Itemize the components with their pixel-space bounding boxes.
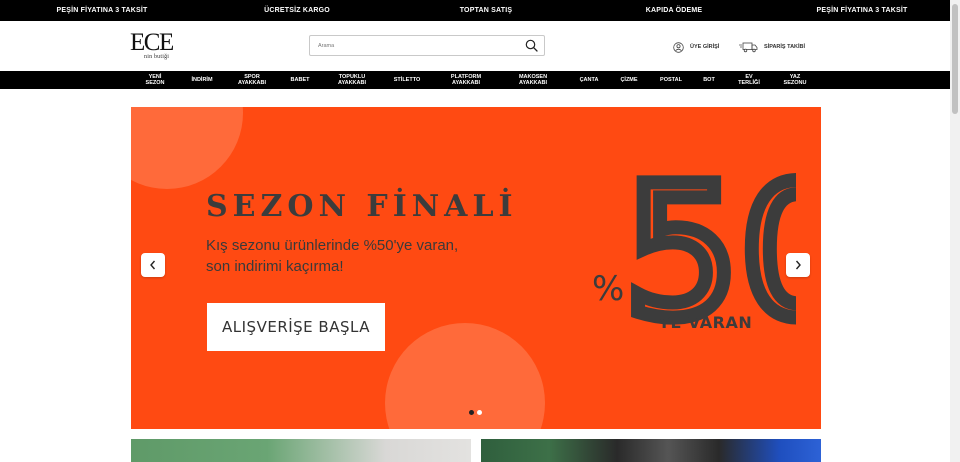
nav-item-bot[interactable]: BOT xyxy=(703,71,715,89)
nav-item-spor-ayakkabi[interactable]: SPOR AYAKKABI xyxy=(238,71,266,89)
announcement-item: PEŞİN FİYATINA 3 TAKSİT xyxy=(816,7,908,14)
announcement-item: TOPTAN SATIŞ xyxy=(459,7,513,14)
slide-indicators xyxy=(469,410,482,415)
slide-dot[interactable] xyxy=(477,410,482,415)
nav-item-stiletto[interactable]: STİLETTO xyxy=(394,71,420,89)
scrollbar-thumb[interactable] xyxy=(952,4,958,114)
nav-item-yaz-sezonu[interactable]: YAZ SEZONU xyxy=(784,71,807,89)
order-tracking-label: SİPARİŞ TAKİBİ xyxy=(764,44,806,50)
search-box xyxy=(309,35,545,56)
site-logo[interactable]: ECE nin butiği xyxy=(130,30,190,64)
decor-circle xyxy=(131,107,243,189)
hero-banner[interactable]: SEZON FİNALİ Kış sezonu ürünlerinde %50'… xyxy=(131,107,821,429)
nav-item-postal[interactable]: POSTAL xyxy=(660,71,682,89)
chevron-left-icon xyxy=(150,260,156,270)
promo-tile[interactable] xyxy=(481,439,821,462)
announcement-item: PEŞİN FİYATINA 3 TAKSİT xyxy=(56,7,148,14)
slide-dot[interactable] xyxy=(469,410,474,415)
prev-slide-button[interactable] xyxy=(141,253,165,277)
announcement-bar: PEŞİN FİYATINA 3 TAKSİT ÜCRETSİZ KARGO T… xyxy=(0,0,950,21)
nav-item-ev-terligi[interactable]: EV TERLİĞİ xyxy=(738,71,760,89)
logo-wordmark: ECE xyxy=(130,29,174,56)
nav-item-yeni-sezon[interactable]: YENİ SEZON xyxy=(146,71,165,89)
nav-item-topuklu-ayakkabi[interactable]: TOPUKLU AYAKKABI xyxy=(338,71,366,89)
member-login-link[interactable]: ÜYE GİRİŞİ xyxy=(673,40,719,54)
nav-item-indirim[interactable]: İNDİRİM xyxy=(191,71,212,89)
page-scrollbar[interactable] xyxy=(950,0,960,462)
next-slide-button[interactable] xyxy=(786,253,810,277)
search-icon[interactable] xyxy=(525,39,538,52)
chevron-right-icon xyxy=(795,260,801,270)
user-icon xyxy=(673,41,684,53)
nav-item-makosen-ayakkabi[interactable]: MAKOSEN AYAKKABI xyxy=(519,71,547,89)
nav-item-babet[interactable]: BABET xyxy=(291,71,310,89)
promo-tile[interactable] xyxy=(131,439,471,462)
discount-suffix: 'YE VARAN xyxy=(653,313,753,332)
member-login-label: ÜYE GİRİŞİ xyxy=(690,44,720,50)
shop-now-button[interactable]: ALIŞVERİŞE BAŞLA xyxy=(207,303,385,351)
category-nav: YENİ SEZON İNDİRİM SPOR AYAKKABI BABET T… xyxy=(0,71,950,89)
decor-circle xyxy=(385,323,545,429)
hero-title: SEZON FİNALİ xyxy=(206,189,518,224)
logo-tagline: nin butiği xyxy=(144,54,170,60)
percent-sign: % xyxy=(592,269,624,309)
site-header: ECE nin butiği ÜYE GİRİŞİ SİPARİŞ TAKİBİ xyxy=(0,21,950,71)
hero-subtitle: Kış sezonu ürünlerinde %50'ye varan, son… xyxy=(206,237,459,275)
announcement-item: KAPIDA ÖDEME xyxy=(645,7,703,14)
nav-item-cizme[interactable]: ÇİZME xyxy=(620,71,637,89)
search-input[interactable] xyxy=(318,36,518,55)
nav-item-canta[interactable]: ÇANTA xyxy=(580,71,599,89)
order-tracking-link[interactable]: SİPARİŞ TAKİBİ xyxy=(739,40,805,54)
announcement-item: ÜCRETSİZ KARGO xyxy=(264,7,330,14)
nav-item-platform-ayakkabi[interactable]: PLATFORM AYAKKABI xyxy=(451,71,481,89)
truck-icon xyxy=(739,42,758,53)
